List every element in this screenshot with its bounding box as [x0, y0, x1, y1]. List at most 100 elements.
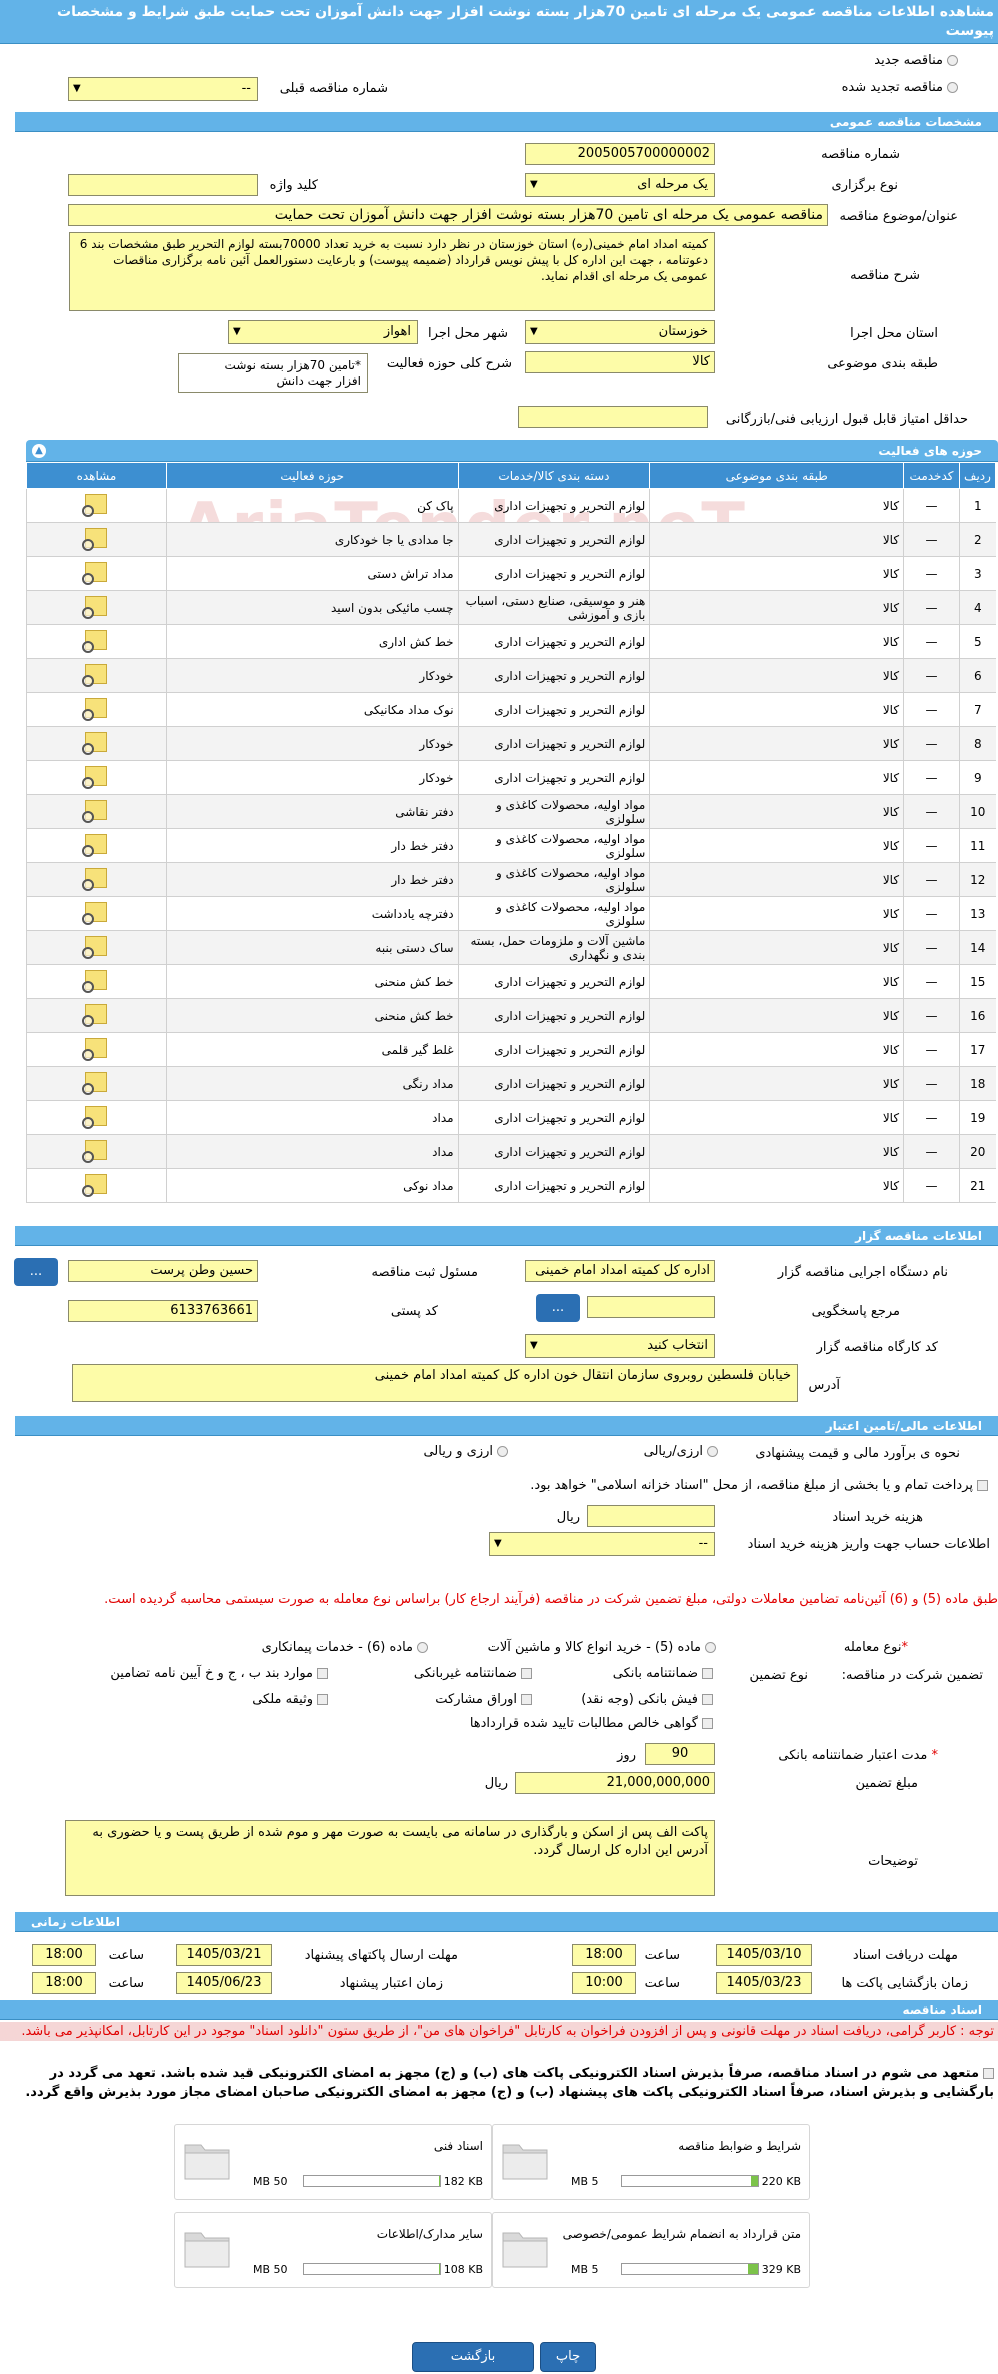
- min-score-field[interactable]: [518, 406, 708, 428]
- row-class: کالا: [649, 964, 904, 999]
- view-details-icon[interactable]: [82, 1174, 108, 1197]
- view-details-icon[interactable]: [82, 528, 108, 551]
- radio-icon: [707, 1446, 718, 1457]
- back-button[interactable]: بازگشت: [412, 2342, 534, 2372]
- row-category: ماشین آلات و ملزومات حمل، بسته بندی و نگ…: [457, 930, 650, 965]
- row-class: کالا: [649, 692, 904, 727]
- folder-icon: [184, 2232, 230, 2268]
- radio-rial-and-foreign[interactable]: ارزی و ریالی: [423, 1444, 508, 1459]
- row-number: 15: [959, 964, 996, 999]
- row-category: لوازم التحریر و تجهیزات اداری: [457, 1066, 650, 1101]
- service-code: —: [903, 726, 960, 761]
- document-download-box[interactable]: متن قرارداد به انضمام شرایط عمومی/خصوصی 5…: [492, 2212, 810, 2288]
- view-details-icon[interactable]: [82, 698, 108, 721]
- tender-number-label: شماره مناقصه: [821, 147, 900, 162]
- view-details-icon[interactable]: [82, 1106, 108, 1129]
- view-details-icon[interactable]: [82, 766, 108, 789]
- view-details-icon[interactable]: [82, 630, 108, 653]
- view-cell: [26, 1066, 167, 1101]
- section-header-general: مشخصات مناقصه عمومی: [15, 112, 998, 132]
- guarantee-amount-label: مبلغ تضمین: [855, 1776, 918, 1791]
- row-category: مواد اولیه، محصولات کاغذی و سلولزی: [457, 794, 650, 829]
- document-name: سایر مدارک/اطلاعات: [376, 2227, 483, 2241]
- view-details-icon[interactable]: [82, 1038, 108, 1061]
- row-activity: دفتر خط دار: [165, 828, 459, 863]
- radio-deal-article-6[interactable]: ماده (6) - خدمات پیمانکاری: [262, 1640, 428, 1655]
- keyword-field[interactable]: [68, 174, 258, 196]
- service-code: —: [903, 1066, 960, 1101]
- view-details-icon[interactable]: [82, 936, 108, 959]
- row-category: لوازم التحریر و تجهیزات اداری: [457, 998, 650, 1033]
- province-select[interactable]: خوزستان ▼: [525, 320, 715, 344]
- service-code: —: [903, 930, 960, 965]
- responsible-lookup-button[interactable]: ...: [14, 1258, 58, 1286]
- row-class: کالا: [649, 1134, 904, 1169]
- radio-icon: [947, 82, 958, 93]
- view-details-icon[interactable]: [82, 596, 108, 619]
- row-class: کالا: [649, 930, 904, 965]
- view-details-icon[interactable]: [82, 494, 108, 517]
- radio-new-tender[interactable]: مناقصه جدید: [874, 53, 958, 68]
- chevron-down-icon: ▼: [530, 179, 538, 190]
- send-bids-date: 1405/03/21: [176, 1944, 272, 1966]
- chk-nonbank-guarantee[interactable]: ضمانتنامه غیربانکی: [414, 1666, 532, 1681]
- prev-tender-select[interactable]: -- ▼: [68, 77, 258, 101]
- service-code: —: [903, 692, 960, 727]
- view-details-icon[interactable]: [82, 562, 108, 585]
- view-details-icon[interactable]: [82, 970, 108, 993]
- reference-lookup-button[interactable]: ...: [536, 1294, 580, 1322]
- row-number: 18: [959, 1066, 996, 1101]
- chk-cash-receipt[interactable]: فیش بانکی (وجه نقد): [581, 1692, 713, 1707]
- table-row: 7— کالا لوازم التحریر و تجهیزات اداری نوک م…: [26, 692, 996, 727]
- chk-property-collateral[interactable]: وثیقه ملکی: [252, 1692, 328, 1707]
- row-category: مواد اولیه، محصولات کاغذی و سلولزی: [457, 862, 650, 897]
- view-details-icon[interactable]: [82, 1140, 108, 1163]
- province-label: استان محل اجرا: [850, 326, 938, 341]
- account-select[interactable]: -- ▼: [489, 1532, 715, 1556]
- checkbox-icon: [317, 1668, 328, 1679]
- city-select[interactable]: اهواز ▼: [228, 320, 418, 344]
- guarantee-amount-unit: ریال: [484, 1776, 508, 1791]
- view-details-icon[interactable]: [82, 868, 108, 891]
- tender-type-select[interactable]: یک مرحله ای ▼: [525, 173, 715, 197]
- doc-cost-field[interactable]: [587, 1505, 715, 1527]
- treasury-checkbox[interactable]: پرداخت تمام و یا بخشی از مبلغ مناقصه، از…: [530, 1478, 988, 1493]
- row-class: کالا: [649, 488, 904, 523]
- activity-scope-label: شرح کلی حوزه فعالیت: [386, 356, 512, 371]
- view-details-icon[interactable]: [82, 1072, 108, 1095]
- view-details-icon[interactable]: [82, 902, 108, 925]
- checkbox-icon: [702, 1718, 713, 1729]
- docs-commitment[interactable]: متعهد می شوم در اسناد مناقصه، صرفاً بذیر…: [0, 2064, 998, 2102]
- view-details-icon[interactable]: [82, 664, 108, 687]
- collapse-icon[interactable]: ▲: [32, 444, 46, 458]
- radio-renewed-tender[interactable]: مناقصه تجدید شده: [842, 80, 958, 95]
- chk-bank-guarantee[interactable]: ضمانتنامه بانکی: [613, 1666, 713, 1681]
- view-details-icon[interactable]: [82, 732, 108, 755]
- chk-net-claims[interactable]: گواهی خالص مطالبات تایید شده قراردادها: [470, 1716, 713, 1731]
- document-download-box[interactable]: شرایط و ضوابط مناقصه 5 MB 220 KB: [492, 2124, 810, 2200]
- address-field: خیابان فلسطین روبروی سازمان انتقال خون ا…: [72, 1364, 798, 1402]
- radio-deal-article-5[interactable]: ماده (5) - خرید انواع کالا و ماشین آلات: [488, 1640, 716, 1655]
- row-activity: خط کش اداری: [165, 624, 459, 659]
- view-details-icon[interactable]: [82, 800, 108, 823]
- view-cell: [26, 794, 167, 829]
- row-activity: دفتر خط دار: [165, 862, 459, 897]
- bid-validity-time-label: ساعت: [108, 1976, 144, 1991]
- document-download-box[interactable]: اسناد فنی 50 MB 182 KB: [174, 2124, 492, 2200]
- row-class: کالا: [649, 624, 904, 659]
- chk-bylaw-items[interactable]: موارد بند ب ، ج و خ آیین نامه تضامین: [110, 1666, 328, 1681]
- print-button[interactable]: چاپ: [540, 2342, 596, 2372]
- document-size-fill: [751, 2176, 758, 2186]
- workshop-select[interactable]: انتخاب کنید ▼: [525, 1334, 715, 1358]
- chk-participation-bonds[interactable]: اوراق مشارکت: [435, 1692, 532, 1707]
- view-details-icon[interactable]: [82, 1004, 108, 1027]
- reference-field[interactable]: [587, 1296, 715, 1318]
- radio-rial-or-foreign[interactable]: ارزی/ریالی: [644, 1444, 718, 1459]
- row-category: لوازم التحریر و تجهیزات اداری: [457, 1032, 650, 1067]
- document-download-box[interactable]: سایر مدارک/اطلاعات 50 MB 108 KB: [174, 2212, 492, 2288]
- view-details-icon[interactable]: [82, 834, 108, 857]
- folder-icon: [502, 2232, 548, 2268]
- keyword-label: کلید واژه: [269, 178, 318, 193]
- responsible-label: مسئول ثبت مناقصه: [371, 1265, 478, 1280]
- document-max-size: 5 MB: [571, 2175, 599, 2188]
